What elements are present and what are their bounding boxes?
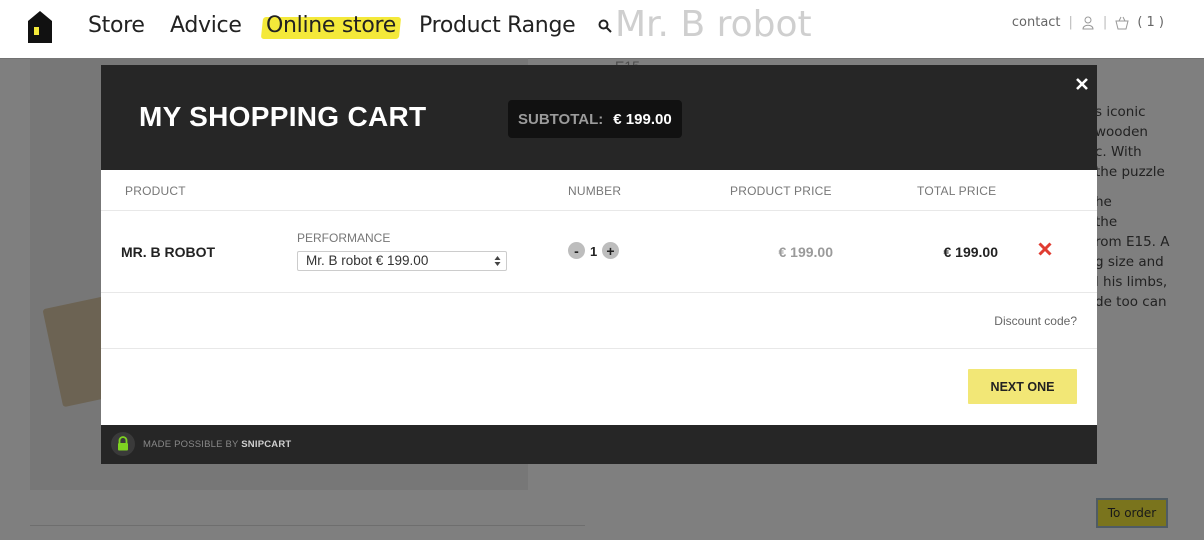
decrease-quantity-button[interactable]: - bbox=[568, 242, 585, 259]
shopping-cart-modal: MY SHOPPING CART SUBTOTAL: € 199.00 PROD… bbox=[101, 65, 1097, 464]
nav-link-advice[interactable]: Advice bbox=[170, 13, 242, 38]
next-button[interactable]: NEXT ONE bbox=[968, 369, 1077, 404]
option-label: PERFORMANCE bbox=[297, 231, 391, 245]
nav-link-store[interactable]: Store bbox=[88, 13, 145, 38]
divider bbox=[101, 210, 1097, 211]
column-header-number: NUMBER bbox=[568, 184, 622, 198]
quantity-value: 1 bbox=[590, 244, 598, 259]
snipcart-brand[interactable]: SNIPCART bbox=[241, 439, 291, 450]
nav-link-product-range[interactable]: Product Range bbox=[419, 13, 576, 38]
house-logo-icon[interactable] bbox=[28, 11, 52, 43]
user-icon[interactable] bbox=[1081, 16, 1095, 30]
powered-by-text: MADE POSSIBLE BY SNIPCART bbox=[143, 439, 291, 450]
contact-link[interactable]: contact bbox=[1012, 15, 1061, 30]
cart-count[interactable]: ( 1 ) bbox=[1137, 15, 1164, 30]
lock-icon bbox=[111, 432, 135, 456]
line-total-price: € 199.00 bbox=[943, 244, 999, 260]
subtotal-value: € 199.00 bbox=[613, 110, 672, 128]
increase-quantity-button[interactable]: + bbox=[602, 242, 619, 259]
cart-header: MY SHOPPING CART SUBTOTAL: € 199.00 bbox=[101, 65, 1097, 170]
unit-price: € 199.00 bbox=[778, 244, 834, 260]
divider bbox=[101, 292, 1097, 293]
powered-by-prefix: MADE POSSIBLE BY bbox=[143, 439, 239, 450]
item-name: MR. B ROBOT bbox=[121, 244, 216, 260]
performance-select[interactable]: Mr. B robot € 199.00 bbox=[297, 251, 507, 271]
cart-title: MY SHOPPING CART bbox=[139, 101, 427, 132]
separator: | bbox=[1102, 15, 1108, 30]
separator: | bbox=[1068, 15, 1073, 30]
performance-select-value: Mr. B robot € 199.00 bbox=[306, 253, 429, 268]
nav-link-online-store-label: Online store bbox=[266, 13, 397, 38]
search-icon[interactable] bbox=[598, 19, 612, 33]
column-header-product-price: PRODUCT PRICE bbox=[730, 184, 832, 198]
subtotal-label: SUBTOTAL: bbox=[518, 110, 604, 128]
top-right-links: contact | | ( 1 ) bbox=[1012, 15, 1164, 30]
select-arrows-icon bbox=[494, 256, 501, 266]
subtotal-badge: SUBTOTAL: € 199.00 bbox=[508, 100, 682, 138]
remove-item-icon[interactable] bbox=[1038, 242, 1052, 256]
column-header-total-price: TOTAL PRICE bbox=[917, 184, 997, 198]
divider bbox=[101, 348, 1097, 349]
basket-icon[interactable] bbox=[1115, 16, 1129, 30]
top-navigation: Store Advice Online store Product Range … bbox=[0, 0, 1204, 59]
nav-link-online-store[interactable]: Online store bbox=[260, 13, 402, 39]
discount-code-link[interactable]: Discount code? bbox=[994, 314, 1077, 328]
close-icon[interactable] bbox=[1075, 77, 1089, 91]
cart-footer: MADE POSSIBLE BY SNIPCART bbox=[101, 425, 1097, 464]
column-header-product: PRODUCT bbox=[125, 184, 186, 198]
background-product-title: Mr. B robot bbox=[615, 4, 812, 45]
